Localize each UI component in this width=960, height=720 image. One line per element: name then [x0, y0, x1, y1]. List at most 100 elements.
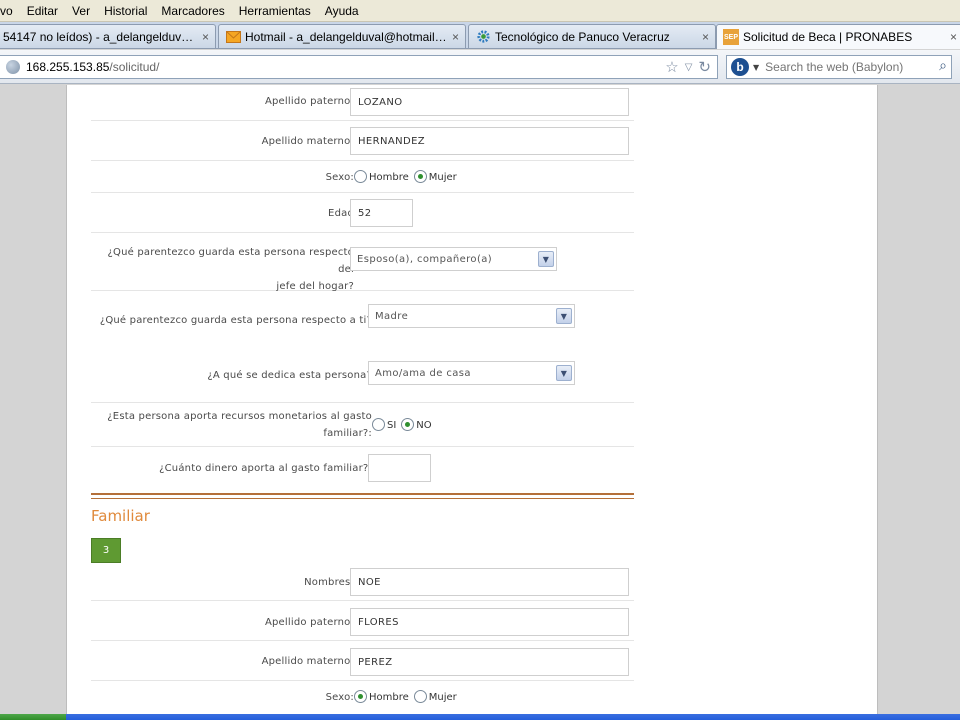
close-icon[interactable]: ×	[452, 30, 459, 44]
form-row-edad: Edad	[91, 193, 634, 233]
familiar-sexo-radio-group: Hombre Mujer	[354, 689, 462, 703]
nombres-input[interactable]	[350, 568, 629, 596]
field-label: ¿Esta persona aporta recursos monetarios…	[107, 408, 372, 442]
field-label: ¿A qué se dedica esta persona?	[207, 370, 372, 381]
menu-editar[interactable]: Editar	[20, 4, 65, 18]
tab-solicitud-beca[interactable]: SEP Solicitud de Beca | PRONABES ×	[716, 24, 960, 49]
form-row-parentesco-ti: ¿Qué parentezco guarda esta persona resp…	[91, 291, 634, 351]
page-content: Apellido paterno: Apellido materno: Sexo…	[66, 85, 878, 714]
field-label-line: familiar?:	[323, 428, 372, 439]
gear-logo-icon	[475, 29, 491, 45]
field-label: Sexo:	[325, 692, 354, 703]
field-label: ¿Cuánto dinero aporta al gasto familiar?…	[159, 463, 372, 474]
dropdown-arrow-icon[interactable]: ▽	[685, 62, 693, 76]
field-label-line: ¿Qué parentezco guarda esta persona resp…	[107, 247, 354, 275]
radio-label-no: NO	[416, 420, 432, 431]
close-icon[interactable]: ×	[950, 30, 957, 44]
aporta-radio-group: SI NO	[372, 417, 437, 431]
selected-value: Esposo(a), compañero(a)	[357, 253, 493, 265]
parentesco-jefe-select[interactable]: Esposo(a), compañero(a) ▼	[350, 247, 557, 271]
field-label: Apellido materno:	[261, 656, 354, 667]
radio-mujer[interactable]	[413, 689, 427, 703]
form-row-familiar-apellido-paterno: Apellido paterno:	[91, 601, 634, 641]
taskbar	[0, 714, 960, 720]
familiar-apellido-paterno-input[interactable]	[350, 608, 629, 636]
tab-yahoo-mail[interactable]: 54147 no leídos) - a_delangelduval - Ya.…	[0, 24, 216, 48]
dedica-select[interactable]: Amo/ama de casa ▼	[368, 361, 575, 385]
tab-tecnologico[interactable]: Tecnológico de Panuco Veracruz ×	[468, 24, 716, 48]
radio-label-hombre: Hombre	[369, 172, 409, 183]
form-row-familiar-apellido-materno: Apellido materno:	[91, 641, 634, 681]
familiar-number-badge: 3	[91, 538, 121, 563]
form-row-dedica: ¿A qué se dedica esta persona? Amo/ama d…	[91, 351, 634, 403]
cuanto-dinero-input[interactable]	[368, 454, 431, 482]
apellido-materno-input[interactable]	[350, 127, 629, 155]
url-path: /solicitud/	[109, 60, 160, 74]
section-title: Familiar	[91, 507, 150, 525]
chevron-down-icon[interactable]: ▼	[753, 63, 759, 72]
navigation-bar: 168.255.153.85 /solicitud/ ☆ ▽ ↻ b ▼ ⌕	[0, 50, 960, 84]
radio-label-hombre: Hombre	[369, 692, 409, 703]
star-icon[interactable]: ☆	[665, 58, 678, 76]
section-divider	[91, 493, 634, 499]
chevron-down-icon[interactable]: ▼	[556, 308, 572, 324]
tab-label: Hotmail - a_delangelduval@hotmail.com	[245, 29, 448, 44]
sexo-radio-group: Hombre Mujer	[354, 169, 462, 183]
search-input[interactable]	[765, 60, 926, 74]
field-label: Nombres:	[304, 577, 354, 588]
field-label: Apellido materno:	[261, 136, 354, 147]
field-label-line: ¿Esta persona aporta recursos monetarios…	[107, 411, 372, 422]
form-row-parentesco-jefe: ¿Qué parentezco guarda esta persona resp…	[91, 233, 634, 292]
parentesco-ti-select[interactable]: Madre ▼	[368, 304, 575, 328]
menu-archivo[interactable]: vo	[0, 4, 20, 18]
url-bar[interactable]: 168.255.153.85 /solicitud/ ☆ ▽ ↻	[0, 55, 718, 79]
familiar-apellido-materno-input[interactable]	[350, 648, 629, 676]
radio-hombre[interactable]	[354, 169, 367, 183]
menu-ver[interactable]: Ver	[65, 4, 97, 18]
close-icon[interactable]: ×	[702, 30, 709, 44]
selected-value: Amo/ama de casa	[375, 367, 471, 379]
menu-historial[interactable]: Historial	[97, 4, 154, 18]
radio-hombre[interactable]	[354, 689, 367, 703]
sep-logo-icon: SEP	[723, 29, 739, 45]
apellido-paterno-input[interactable]	[350, 88, 629, 116]
edad-input[interactable]	[350, 199, 413, 227]
chevron-down-icon[interactable]: ▼	[538, 251, 554, 267]
close-icon[interactable]: ×	[202, 30, 209, 44]
menu-ayuda[interactable]: Ayuda	[318, 4, 366, 18]
form-row-sexo: Sexo: Hombre Mujer	[91, 161, 634, 193]
tab-strip: 54147 no leídos) - a_delangelduval - Ya.…	[0, 22, 960, 49]
field-label: ¿Qué parentezco guarda esta persona resp…	[91, 244, 354, 295]
radio-si[interactable]	[372, 417, 385, 431]
selected-value: Madre	[375, 310, 409, 322]
envelope-icon	[225, 29, 241, 45]
menu-marcadores[interactable]: Marcadores	[154, 4, 231, 18]
radio-mujer[interactable]	[413, 169, 427, 183]
form-row-apellido-materno: Apellido materno:	[91, 121, 634, 161]
radio-label-mujer: Mujer	[428, 692, 457, 703]
form-row-nombres: Nombres:	[91, 563, 634, 601]
form-row-familiar-sexo: Sexo: Hombre Mujer	[91, 681, 634, 714]
start-button[interactable]	[0, 714, 66, 720]
field-label: ¿Qué parentezco guarda esta persona resp…	[99, 315, 372, 326]
radio-no[interactable]	[401, 417, 415, 431]
field-label: Apellido paterno:	[264, 96, 354, 107]
search-bar: b ▼ ⌕	[726, 55, 952, 79]
form-row-cuanto: ¿Cuánto dinero aporta al gasto familiar?…	[91, 447, 634, 487]
menu-herramientas[interactable]: Herramientas	[232, 4, 318, 18]
search-icon[interactable]: ⌕	[939, 58, 947, 74]
field-label: Sexo:	[325, 172, 354, 183]
field-label: Apellido paterno:	[264, 617, 354, 628]
tab-hotmail[interactable]: Hotmail - a_delangelduval@hotmail.com ×	[218, 24, 466, 48]
babylon-logo-icon[interactable]: b	[731, 58, 749, 76]
form-row-aporta: ¿Esta persona aporta recursos monetarios…	[91, 403, 634, 447]
radio-label-mujer: Mujer	[428, 172, 457, 183]
chevron-down-icon[interactable]: ▼	[556, 365, 572, 381]
url-host: 168.255.153.85	[26, 60, 110, 74]
tab-label: 54147 no leídos) - a_delangelduval - Ya.…	[3, 29, 198, 44]
tab-label: Tecnológico de Panuco Veracruz	[495, 29, 670, 44]
globe-icon	[6, 60, 20, 74]
reload-icon[interactable]: ↻	[698, 58, 711, 76]
form-row-apellido-paterno: Apellido paterno:	[91, 85, 634, 121]
menu-bar: vo Editar Ver Historial Marcadores Herra…	[0, 0, 960, 22]
